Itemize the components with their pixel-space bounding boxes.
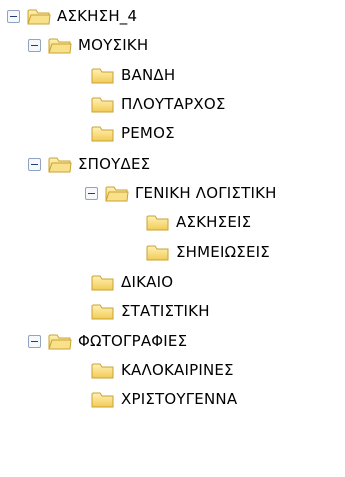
folder-icon [91,392,114,407]
folder-label: ΡΕΜΟΣ [121,124,175,142]
tree-node-geniki-logistiki[interactable]: ΓΕΝΙΚΗ ΛΟΓΙΣΤΙΚΗ [85,181,277,205]
folder-label: ΑΣΚΗΣΕΙΣ [176,213,252,231]
folder-icon [91,363,114,378]
folder-label: ΔΙΚΑΙΟ [121,273,174,291]
folder-label: ΒΑΝΔΗ [121,66,176,84]
tree-node-dikaio[interactable]: ΔΙΚΑΙΟ [91,270,173,294]
tree-node-xristougenna[interactable]: ΧΡΙΣΤΟΥΓΕΝΝΑ [91,387,237,411]
folder-icon [91,97,114,112]
tree-node-ploutarxos[interactable]: ΠΛΟΥΤΑΡΧΟΣ [91,92,226,116]
folder-open-icon [105,186,129,201]
folder-label: ΧΡΙΣΤΟΥΓΕΝΝΑ [121,390,238,408]
folder-label: ΑΣΚΗΣΗ_4 [57,7,138,25]
folder-icon [91,68,114,83]
folder-label: ΦΩΤΟΓΡΑΦΙΕΣ [78,332,188,350]
tree-node-spoudes[interactable]: ΣΠΟΥΔΕΣ [28,152,150,176]
tree-node-askisi-4[interactable]: ΑΣΚΗΣΗ_4 [7,4,137,28]
tree-node-statistiki[interactable]: ΣΤΑΤΙΣΤΙΚΗ [91,299,210,323]
tree-node-vandi[interactable]: ΒΑΝΔΗ [91,63,175,87]
collapse-toggle-icon[interactable] [85,186,98,200]
folder-open-icon [27,9,51,24]
folder-open-icon [48,334,72,349]
folder-tree: ΑΣΚΗΣΗ_4 ΜΟΥΣΙΚΗ ΒΑΝΔΗ ΠΛΟΥΤΑΡΧΟΣ ΡΕΜΟΣ [0,0,345,477]
folder-open-icon [48,157,72,172]
collapse-toggle-icon[interactable] [7,9,20,23]
folder-label: ΜΟΥΣΙΚΗ [78,36,149,54]
folder-icon [91,304,114,319]
collapse-toggle-icon[interactable] [28,334,41,348]
tree-node-remos[interactable]: ΡΕΜΟΣ [91,121,175,145]
folder-label: ΚΑΛΟΚΑΙΡΙΝΕΣ [121,361,234,379]
collapse-toggle-icon[interactable] [28,157,41,171]
tree-node-kalokairines[interactable]: ΚΑΛΟΚΑΙΡΙΝΕΣ [91,358,234,382]
tree-node-askiseis[interactable]: ΑΣΚΗΣΕΙΣ [146,210,251,234]
folder-open-icon [48,38,72,53]
folder-label: ΣΗΜΕΙΩΣΕΙΣ [176,243,270,261]
folder-label: ΠΛΟΥΤΑΡΧΟΣ [121,95,226,113]
tree-node-fotografies[interactable]: ΦΩΤΟΓΡΑΦΙΕΣ [28,329,187,353]
folder-icon [91,126,114,141]
folder-label: ΣΤΑΤΙΣΤΙΚΗ [121,302,210,320]
folder-icon [91,275,114,290]
tree-node-simeioseis[interactable]: ΣΗΜΕΙΩΣΕΙΣ [146,240,270,264]
collapse-toggle-icon[interactable] [28,38,41,52]
tree-node-mousiki[interactable]: ΜΟΥΣΙΚΗ [28,33,148,57]
folder-icon [146,215,169,230]
folder-label: ΓΕΝΙΚΗ ΛΟΓΙΣΤΙΚΗ [135,184,277,202]
folder-icon [146,245,169,260]
folder-label: ΣΠΟΥΔΕΣ [78,155,151,173]
